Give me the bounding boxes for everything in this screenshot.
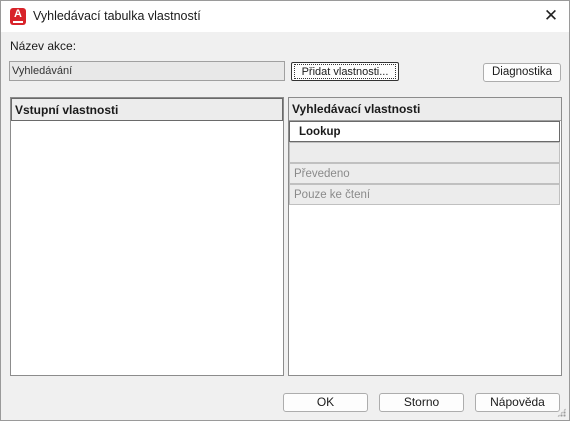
help-button[interactable]: Nápověda: [475, 393, 560, 412]
lookup-properties-list[interactable]: Vyhledávací vlastnosti Lookup Převedeno …: [288, 97, 562, 376]
action-name-label: Název akce:: [10, 39, 77, 53]
title-bar[interactable]: A Vyhledávací tabulka vlastností ✕: [1, 1, 569, 32]
lookup-empty-row[interactable]: [289, 142, 560, 163]
add-properties-button[interactable]: Přidat vlastnosti...: [291, 62, 399, 81]
app-icon-letter: A: [14, 8, 22, 20]
input-properties-header[interactable]: Vstupní vlastnosti: [11, 98, 283, 121]
diagnostics-button[interactable]: Diagnostika: [483, 63, 561, 82]
lookup-row[interactable]: Lookup: [289, 121, 560, 142]
input-properties-list[interactable]: Vstupní vlastnosti: [10, 97, 284, 376]
dialog-title: Vyhledávací tabulka vlastností: [33, 9, 201, 23]
close-icon[interactable]: ✕: [539, 5, 563, 27]
dialog-window: A Vyhledávací tabulka vlastností ✕ Název…: [0, 0, 570, 421]
action-name-field: Vyhledávání: [9, 61, 285, 81]
ok-button[interactable]: OK: [283, 393, 368, 412]
cancel-button[interactable]: Storno: [379, 393, 464, 412]
add-properties-label: Přidat vlastnosti...: [294, 64, 396, 79]
app-icon-bar: [13, 21, 23, 23]
lookup-properties-header[interactable]: Vyhledávací vlastnosti: [289, 98, 561, 121]
read-only-row[interactable]: Pouze ke čtení: [289, 184, 560, 205]
converted-row[interactable]: Převedeno: [289, 163, 560, 184]
autocad-app-icon: A: [10, 8, 26, 25]
